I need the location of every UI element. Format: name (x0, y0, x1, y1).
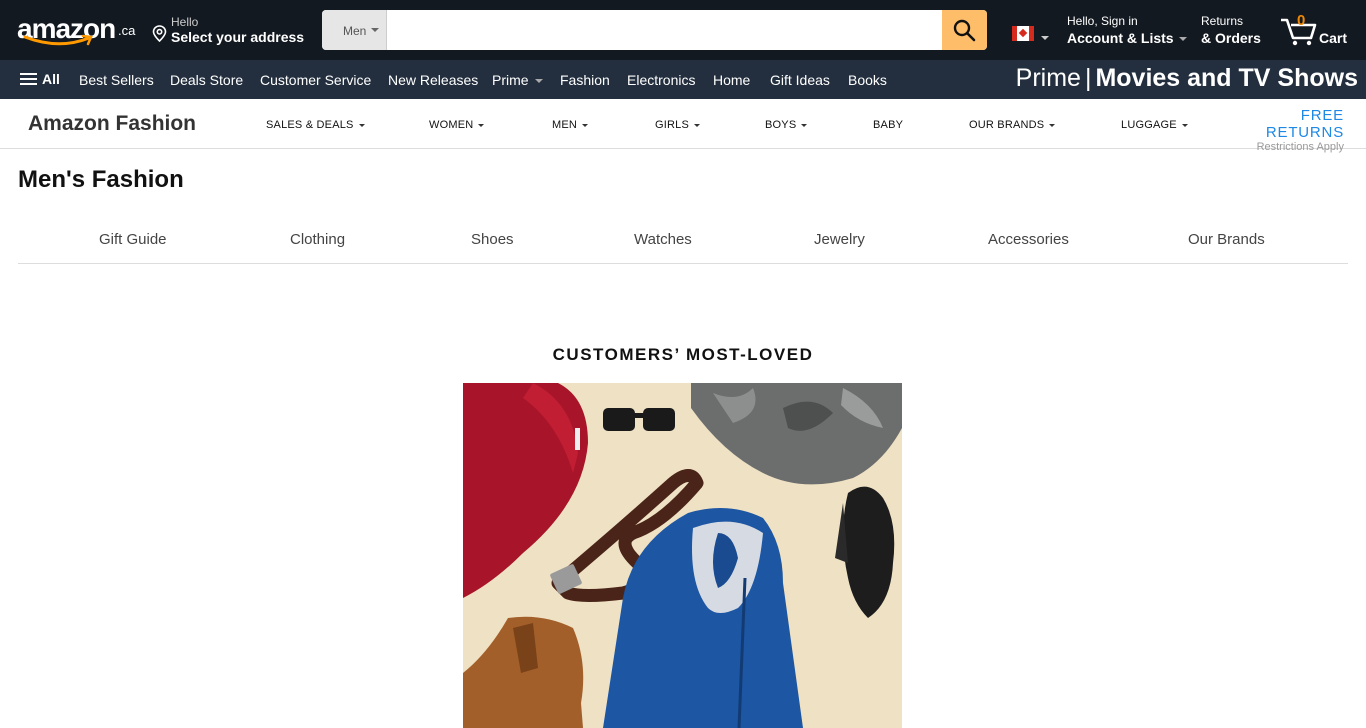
search-icon (953, 19, 976, 42)
amazon-fashion-logo[interactable]: Amazon Fashion (28, 112, 196, 136)
free-returns-label: FREE RETURNS (1265, 107, 1344, 141)
fashion-nav-label: OUR BRANDS (969, 119, 1045, 131)
canada-flag-icon[interactable] (1012, 26, 1034, 41)
chevron-down-icon (1181, 123, 1188, 127)
cart-count: 0 (1297, 12, 1306, 29)
nav-gift-ideas[interactable]: Gift Ideas (770, 72, 830, 88)
prime-video-promo[interactable]: Prime | Movies and TV Shows (1016, 64, 1358, 93)
logo-smile-icon (23, 34, 93, 46)
fashion-nav-label: LUGGAGE (1121, 119, 1177, 131)
logo-tld: .ca (118, 23, 136, 38)
fashion-nav-label: GIRLS (655, 119, 690, 131)
hero-product-image[interactable] (463, 383, 902, 728)
search-category-label: Men (343, 24, 367, 38)
tab-our-brands[interactable]: Our Brands (1188, 231, 1265, 248)
fashion-nav-label: SALES & DEALS (266, 119, 354, 131)
nav-electronics[interactable]: Electronics (627, 72, 695, 88)
fashion-nav-label: WOMEN (429, 119, 474, 131)
amazon-logo[interactable]: amazon .ca (17, 12, 135, 50)
chevron-down-icon (582, 123, 589, 127)
flat-lay-illustration (463, 383, 902, 728)
section-heading: CUSTOMERS’ MOST-LOVED (552, 345, 814, 364)
promo-prime: Prime (1015, 64, 1081, 92)
free-returns-banner[interactable]: FREE RETURNS Restrictions Apply (1232, 107, 1344, 153)
returns-label: Returns (1201, 14, 1244, 28)
nav-deals-store[interactable]: Deals Store (170, 72, 243, 88)
nav-new-releases[interactable]: New Releases (388, 72, 478, 88)
fashion-nav-our-brands[interactable]: OUR BRANDS (969, 119, 1056, 131)
fashion-nav-men[interactable]: MEN (552, 119, 589, 131)
nav-books[interactable]: Books (848, 72, 887, 88)
orders-label: & Orders (1201, 30, 1261, 46)
tab-gift-guide[interactable]: Gift Guide (99, 231, 167, 248)
fashion-store-nav: Amazon Fashion SALES & DEALS WOMEN MEN G… (0, 99, 1366, 153)
fashion-nav-boys[interactable]: BOYS (765, 119, 808, 131)
nav-prime[interactable]: Prime (492, 72, 543, 88)
deliver-to-address[interactable]: Hello Select your address (152, 14, 312, 48)
tab-shoes[interactable]: Shoes (471, 231, 514, 248)
fashion-nav-label: MEN (552, 119, 578, 131)
category-tabs: Gift Guide Clothing Shoes Watches Jewelr… (18, 218, 1348, 264)
nav-fashion[interactable]: Fashion (560, 72, 610, 88)
chevron-down-icon (478, 123, 485, 127)
chevron-down-icon (1049, 123, 1056, 127)
fashion-nav-baby[interactable]: BABY (873, 119, 903, 131)
tab-watches[interactable]: Watches (634, 231, 692, 248)
search-bar: Men (322, 10, 987, 50)
chevron-down-icon (694, 123, 701, 127)
cart-label: Cart (1319, 30, 1348, 46)
all-menu-label: All (42, 71, 60, 87)
nav-customer-service[interactable]: Customer Service (260, 72, 371, 88)
account-label: Account & Lists (1067, 30, 1174, 46)
tab-jewelry[interactable]: Jewelry (814, 231, 865, 248)
account-greeting: Hello, Sign in (1067, 14, 1138, 28)
cart-button[interactable]: 0 Cart (1279, 12, 1349, 48)
promo-text: Movies and TV Shows (1095, 64, 1358, 92)
hamburger-icon (20, 73, 37, 86)
search-category-dropdown[interactable]: Men (322, 10, 387, 50)
chevron-down-icon (1178, 37, 1187, 42)
secondary-nav-bar: All Best Sellers Deals Store Customer Se… (0, 60, 1366, 99)
nav-best-sellers[interactable]: Best Sellers (79, 72, 154, 88)
tab-clothing[interactable]: Clothing (290, 231, 345, 248)
chevron-down-icon (1041, 36, 1049, 40)
nav-home[interactable]: Home (713, 72, 750, 88)
restrictions-note: Restrictions Apply (1256, 141, 1344, 153)
promo-divider: | (1084, 64, 1092, 92)
returns-and-orders[interactable]: Returns & Orders (1201, 14, 1261, 46)
fashion-nav-girls[interactable]: GIRLS (655, 119, 701, 131)
chevron-down-icon (801, 123, 808, 127)
tab-accessories[interactable]: Accessories (988, 231, 1069, 248)
search-button[interactable] (942, 10, 987, 50)
top-nav-bar: amazon .ca Hello Select your address Men (0, 0, 1366, 60)
fashion-nav-sales-deals[interactable]: SALES & DEALS (266, 119, 365, 131)
fashion-nav-women[interactable]: WOMEN (429, 119, 485, 131)
chevron-down-icon (371, 28, 379, 32)
nav-prime-label: Prime (492, 72, 529, 88)
address-prompt: Select your address (171, 29, 305, 45)
address-greeting: Hello (171, 15, 199, 29)
chevron-down-icon (358, 123, 365, 127)
fashion-nav-luggage[interactable]: LUGGAGE (1121, 119, 1188, 131)
location-pin-icon (152, 25, 167, 42)
chevron-down-icon (534, 79, 543, 84)
page-title: Men's Fashion (18, 166, 184, 193)
all-menu-button[interactable]: All (20, 71, 60, 87)
account-and-lists[interactable]: Hello, Sign in Account & Lists (1067, 14, 1187, 46)
fashion-nav-label: BOYS (765, 119, 797, 131)
search-input[interactable] (388, 10, 942, 50)
